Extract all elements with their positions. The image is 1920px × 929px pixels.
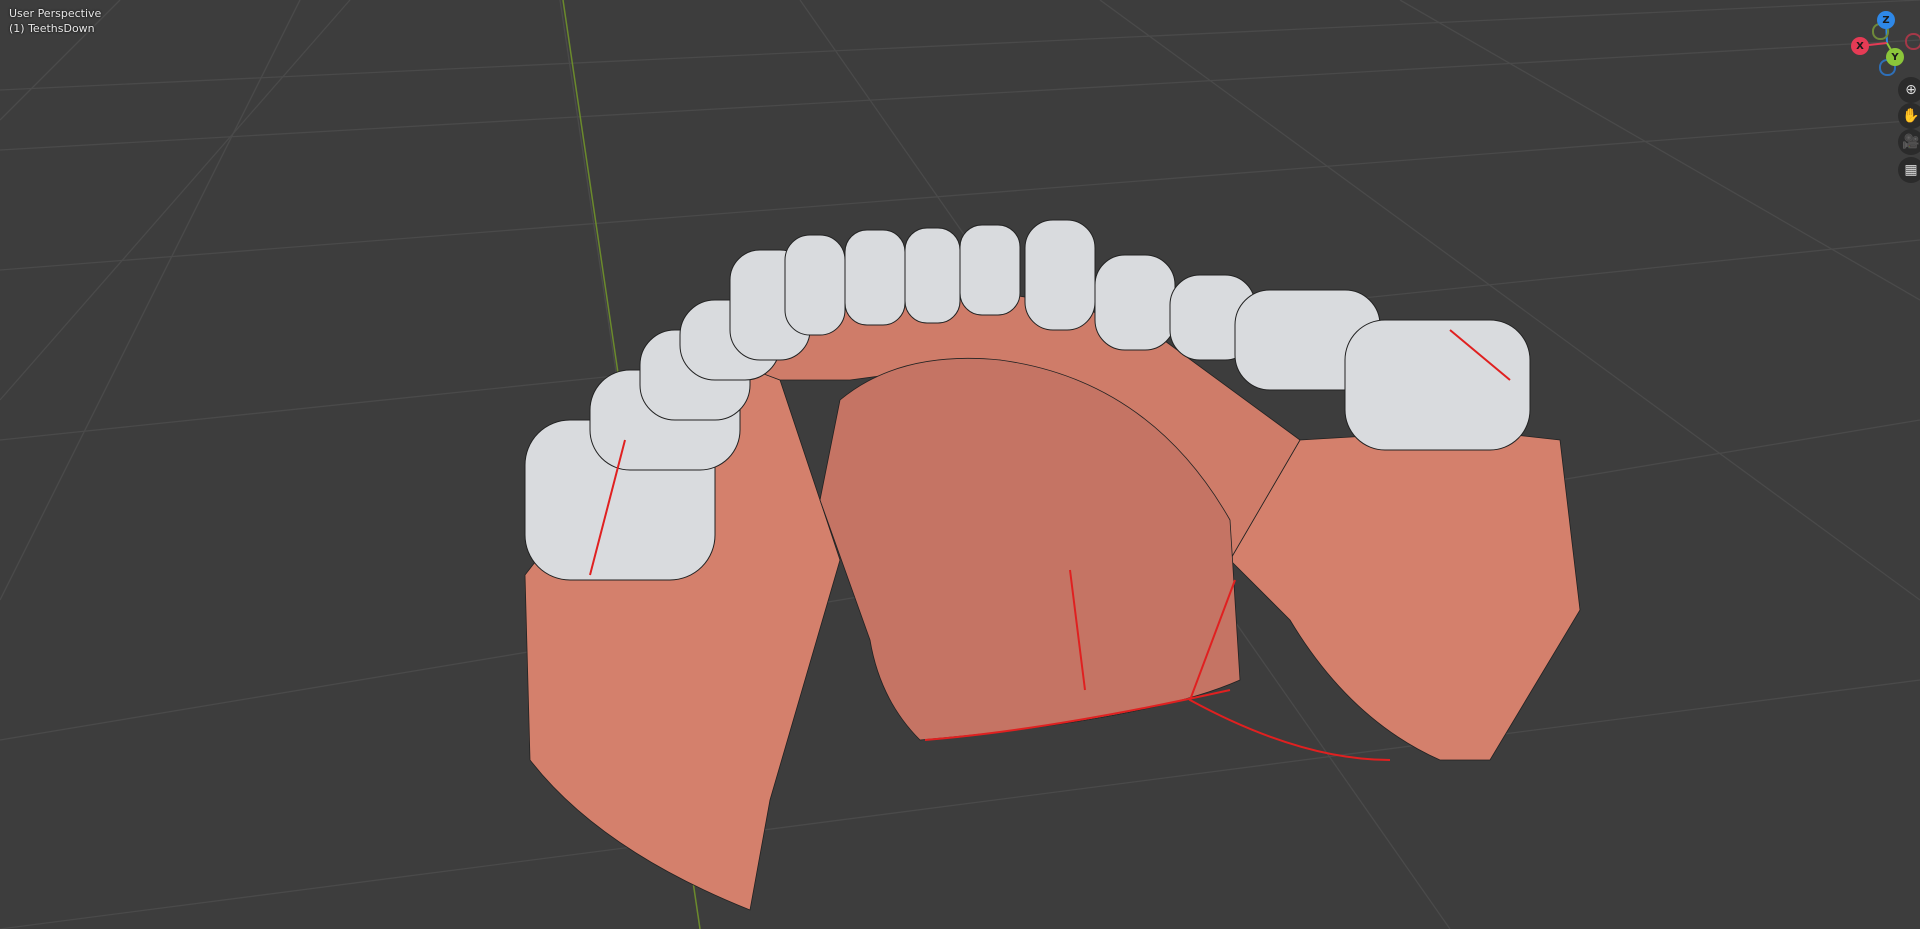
3d-viewport[interactable] [0,0,1920,929]
camera-icon[interactable]: 🎥 [1898,129,1920,155]
zoom-icon[interactable]: ⊕ [1898,77,1920,103]
neg-x-axis-handle[interactable] [1905,33,1920,50]
object-label: (1) TeethsDown [9,22,95,35]
y-axis-handle[interactable]: Y [1886,48,1904,66]
view-name-label: User Perspective [9,7,102,20]
x-axis-handle[interactable]: X [1851,37,1869,55]
navigation-gizmo[interactable]: Z X Y [1840,0,1920,80]
z-axis-handle[interactable]: Z [1877,11,1895,29]
grid-ortho-icon[interactable]: ▦ [1898,157,1920,183]
hand-pan-icon[interactable]: ✋ [1898,103,1920,129]
